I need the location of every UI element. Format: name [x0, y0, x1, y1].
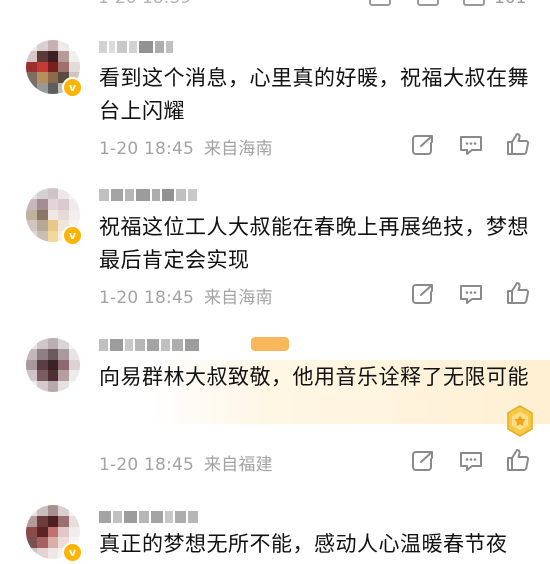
- share-icon[interactable]: [410, 282, 436, 306]
- comment-location: 来自海南: [203, 288, 273, 308]
- like-count: 101: [494, 0, 526, 8]
- thumbs-up-icon[interactable]: [505, 132, 531, 156]
- comment-meta: 1-20 18:45 来自海南: [99, 283, 273, 308]
- username-blurred[interactable]: [99, 510, 198, 524]
- comment-icon[interactable]: [417, 0, 439, 6]
- comment-text: 看到这个消息，心里真的好暖，祝福大叔在舞台上闪耀: [99, 66, 529, 123]
- comment-text: 真正的梦想无所不能，感动人心温暖春节夜: [99, 532, 508, 556]
- medal-icon: [502, 403, 538, 439]
- previous-comment-time: 1-20 18:39: [98, 0, 191, 8]
- avatar[interactable]: [26, 338, 80, 392]
- comment-icon[interactable]: [458, 133, 484, 157]
- username-blurred[interactable]: [99, 188, 197, 202]
- thumbs-up-icon[interactable]: [505, 448, 531, 472]
- comment-time: 1-20 18:45: [99, 139, 194, 159]
- thumbs-up-icon[interactable]: [505, 281, 531, 305]
- share-icon[interactable]: [410, 449, 436, 473]
- verified-badge-icon: v: [62, 77, 83, 98]
- verified-badge-icon: v: [62, 542, 83, 563]
- comment-icon[interactable]: [458, 449, 484, 473]
- comment-location: 来自海南: [203, 139, 273, 159]
- comment-meta: 1-20 18:45 来自海南: [99, 134, 273, 159]
- comment-text: 向易群林大叔致敬，他用音乐诠释了无限可能: [99, 365, 529, 389]
- comment-meta: 1-20 18:45 来自福建: [99, 450, 273, 475]
- verified-badge-icon: v: [62, 225, 83, 246]
- comment-time: 1-20 18:45: [99, 288, 194, 308]
- share-icon[interactable]: [410, 133, 436, 157]
- username-blurred[interactable]: [99, 338, 199, 352]
- previous-comment-action-row: 1-20 18:39 101: [0, 0, 550, 10]
- comment-text: 祝福这位工人大叔能在春晚上再展绝技，梦想最后肯定会实现: [99, 215, 529, 272]
- comment-icon[interactable]: [458, 282, 484, 306]
- comment-location: 来自福建: [203, 455, 273, 475]
- fan-level-tag: [251, 337, 289, 351]
- username-blurred[interactable]: [99, 40, 173, 54]
- thumbs-up-icon[interactable]: [463, 0, 485, 6]
- share-icon[interactable]: [369, 0, 391, 6]
- comment-time: 1-20 18:45: [99, 455, 194, 475]
